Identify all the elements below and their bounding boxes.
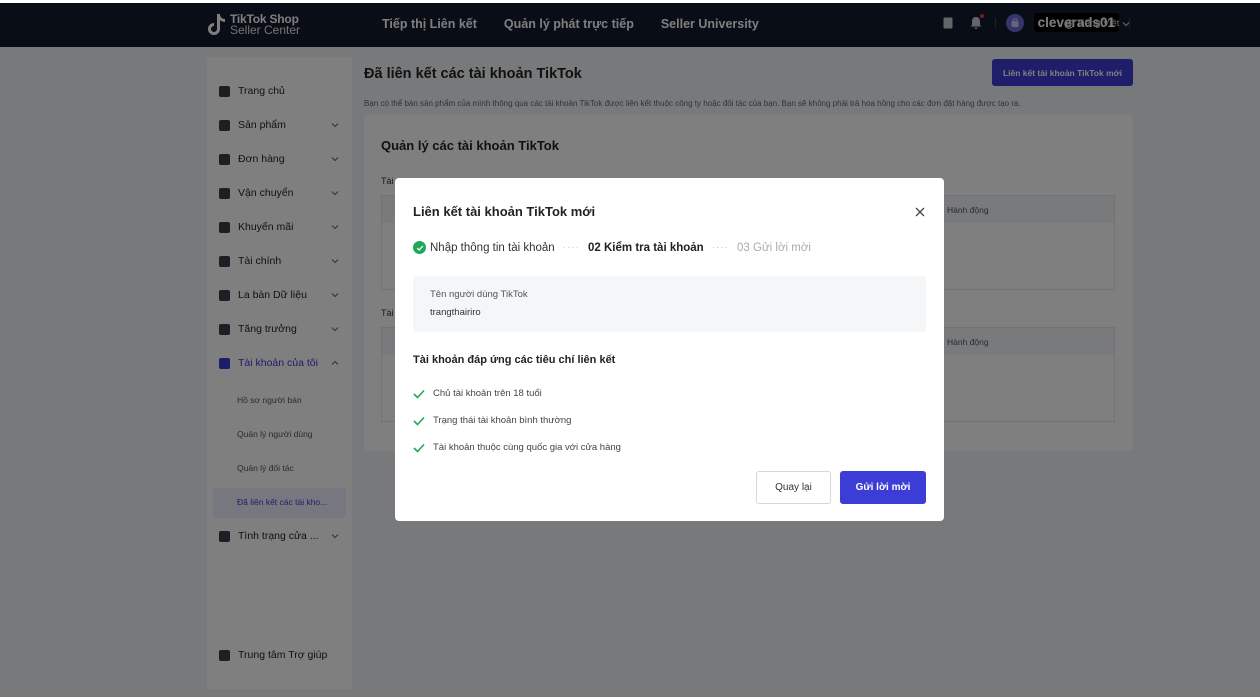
criteria-item: Trạng thái tài khoản bình thường xyxy=(413,415,571,426)
username-label: Tên người dùng TikTok xyxy=(430,289,528,300)
stepper: Nhập thông tin tài khoản ···· 02 Kiểm tr… xyxy=(413,241,811,254)
back-button[interactable]: Quay lại xyxy=(756,471,831,504)
close-icon[interactable] xyxy=(913,205,927,219)
modal-title: Liên kết tài khoản TikTok mới xyxy=(413,204,596,219)
app-frame: TikTok Shop Seller Center Tiếp thị Liên … xyxy=(0,3,1260,697)
criteria-text: Tài khoản thuộc cùng quốc gia với cửa hà… xyxy=(433,442,621,453)
check-icon xyxy=(413,389,425,399)
step-connector: ···· xyxy=(711,242,730,253)
check-circle-icon xyxy=(413,241,426,254)
step-connector: ···· xyxy=(562,242,581,253)
criteria-text: Trạng thái tài khoản bình thường xyxy=(433,415,572,426)
criteria-item: Chủ tài khoản trên 18 tuổi xyxy=(413,388,542,399)
criteria-text: Chủ tài khoản trên 18 tuổi xyxy=(433,388,542,399)
criteria-item: Tài khoản thuộc cùng quốc gia với cửa hà… xyxy=(413,442,621,453)
link-account-modal: Liên kết tài khoản TikTok mới Nhập thông… xyxy=(395,178,944,521)
send-invite-button[interactable]: Gửi lời mời xyxy=(840,471,926,504)
account-info-box: Tên người dùng TikTok trangthairiro xyxy=(413,276,926,332)
check-icon xyxy=(413,443,425,453)
step-check-account: 02 Kiểm tra tài khoản xyxy=(588,241,704,254)
username-value: trangthairiro xyxy=(430,307,481,318)
step-enter-info: Nhập thông tin tài khoản xyxy=(430,241,555,254)
criteria-title: Tài khoản đáp ứng các tiêu chí liên kết xyxy=(413,354,616,366)
check-icon xyxy=(413,416,425,426)
step-send-invite: 03 Gửi lời mời xyxy=(737,241,811,254)
